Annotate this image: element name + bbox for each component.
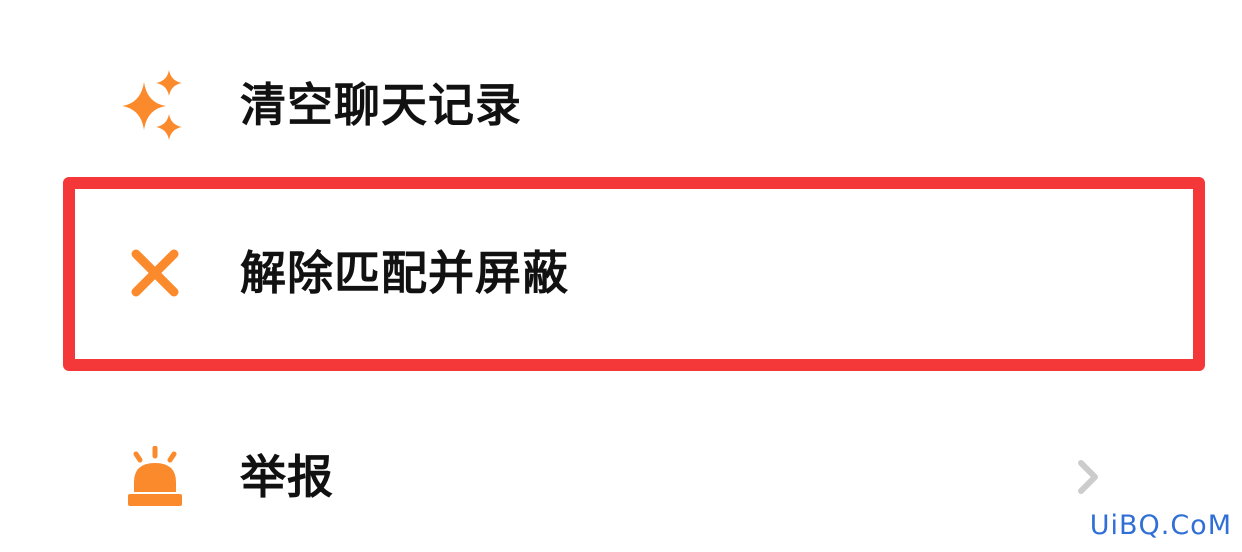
sparkle-icon xyxy=(122,70,188,140)
close-icon xyxy=(122,240,188,306)
menu-item-label: 解除匹配并屏蔽 xyxy=(240,246,569,300)
alarm-icon xyxy=(122,444,188,510)
chevron-right-icon xyxy=(1068,457,1108,497)
menu-item-unmatch-block[interactable]: 解除匹配并屏蔽 xyxy=(0,198,1242,348)
menu-item-clear-chat[interactable]: 清空聊天记录 xyxy=(0,30,1242,180)
watermark: UiBQ.CoM xyxy=(1089,510,1232,541)
menu-item-report[interactable]: 举报 xyxy=(0,402,1242,552)
menu-item-label: 举报 xyxy=(240,450,334,504)
menu-item-label: 清空聊天记录 xyxy=(240,78,522,132)
